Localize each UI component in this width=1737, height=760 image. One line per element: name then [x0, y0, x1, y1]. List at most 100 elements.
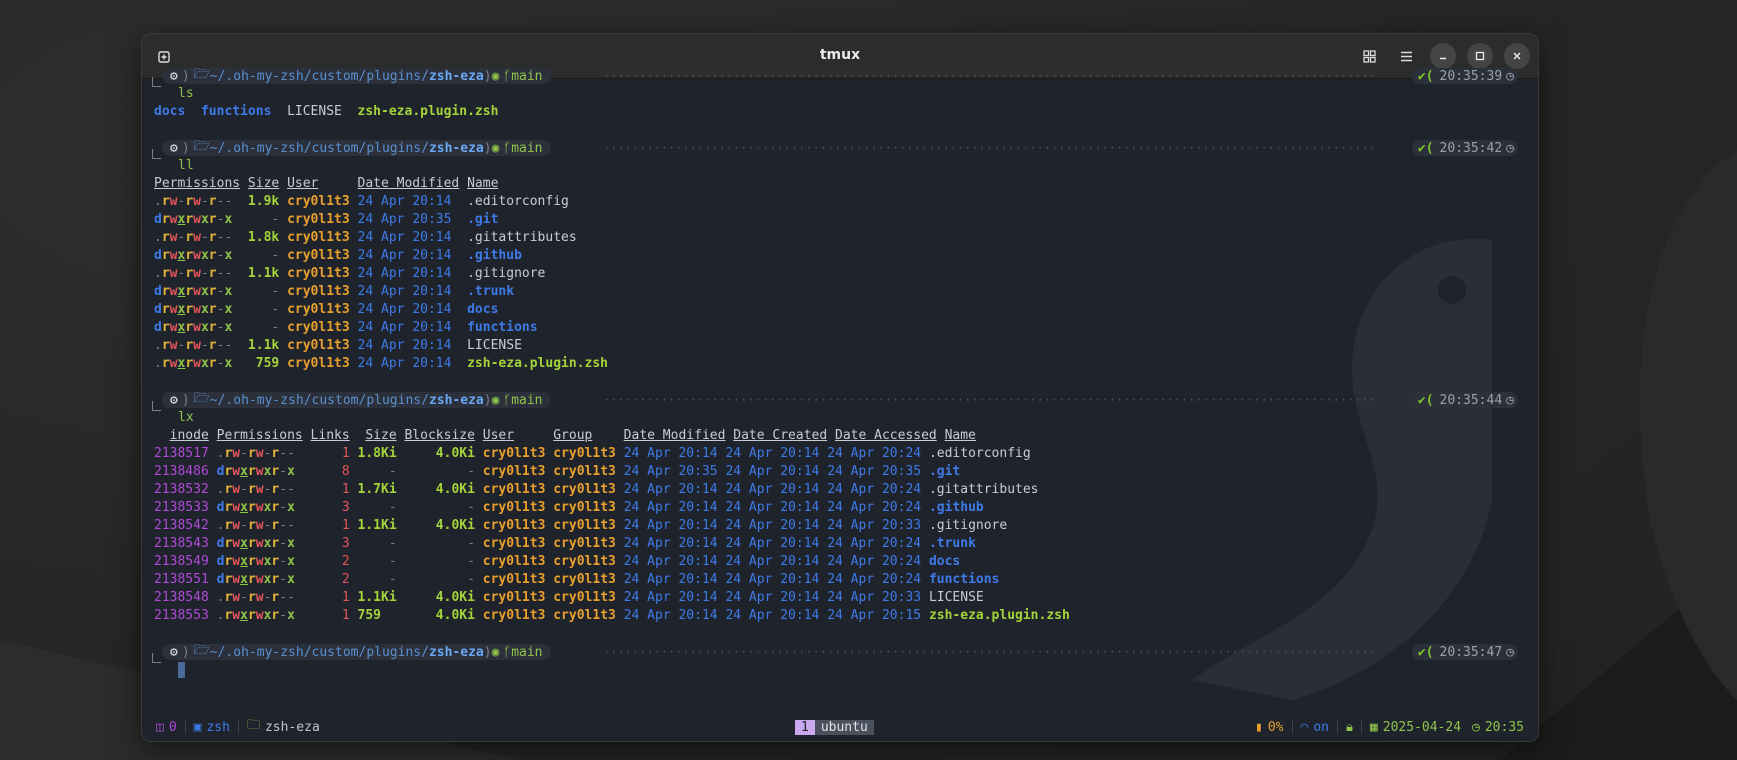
permissions: .rwxrwxr-x: [154, 356, 233, 371]
column-header: Permissions: [154, 176, 241, 191]
file-name: LICENSE: [467, 338, 522, 353]
size: -: [357, 536, 397, 551]
prompt-left: ⚙) 🗁 ~/.oh-my-zsh/custom/plugins/zsh-eza )…: [162, 67, 551, 85]
prompt-path-current: zsh-eza: [428, 68, 484, 84]
ls-output: docs functions LICENSE zsh-eza.plugin.zs…: [154, 103, 498, 121]
links: 2: [302, 572, 350, 587]
date-modified: 24 Apr 20:14: [357, 320, 452, 335]
date-created: 24 Apr 20:14: [725, 500, 820, 515]
size: 1.1k: [240, 338, 280, 353]
links: 1: [302, 518, 350, 533]
file-name: .trunk: [467, 284, 515, 299]
links: 1: [302, 482, 350, 497]
user: cry0l1t3: [482, 518, 546, 533]
close-button[interactable]: [1504, 43, 1530, 69]
date-accessed: 24 Apr 20:33: [827, 590, 922, 605]
github-icon: ◉: [491, 68, 500, 84]
git-branch: ᚶmain: [499, 141, 546, 156]
user: cry0l1t3: [482, 464, 546, 479]
date-modified: 24 Apr 20:14: [623, 500, 718, 515]
status-pill: ✔(20:35:47 ◷: [1411, 644, 1518, 660]
separator-icon: ): [483, 68, 492, 84]
column-header: Date Modified: [623, 428, 726, 443]
lx-row: 2138551 drwxrwxr-x 2 - - cry0l1t3 cry0l1…: [154, 571, 999, 589]
battery-level: 0%: [1267, 719, 1284, 735]
prompt-left: ⚙) 🗁 ~/.oh-my-zsh/custom/plugins/zsh-eza )…: [162, 643, 551, 661]
terminal-pane[interactable]: ⚙) 🗁 ~/.oh-my-zsh/custom/plugins/zsh-eza )…: [148, 67, 1532, 715]
branch-name: main: [511, 392, 543, 408]
command-text: ll: [178, 158, 194, 173]
lx-row: 2138532 .rw-rw-r-- 1 1.7Ki 4.0Ki cry0l1t…: [154, 481, 1039, 499]
file-name: .github: [467, 248, 522, 263]
prompt-left: ⚙) 🗁 ~/.oh-my-zsh/custom/plugins/zsh-eza )…: [162, 139, 551, 157]
date-created: 24 Apr 20:14: [725, 590, 820, 605]
date-created: 24 Apr 20:14: [725, 608, 820, 623]
column-header: Date Modified: [357, 176, 460, 191]
folder-icon: 🗀: [246, 718, 260, 733]
separator-icon: ): [181, 68, 190, 84]
session-number: 0: [168, 719, 177, 735]
group: cry0l1t3: [553, 536, 616, 551]
file-name: .gitignore: [928, 518, 1008, 533]
prompt-path: ~/.oh-my-zsh/custom/plugins/: [209, 644, 429, 660]
clock-icon: ◷: [1506, 644, 1514, 660]
prompt-path: ~/.oh-my-zsh/custom/plugins/: [209, 392, 429, 408]
permissions: .rw-rw-r--: [154, 194, 233, 209]
command-text: lx: [178, 410, 194, 425]
blocksize: -: [404, 464, 475, 479]
user: cry0l1t3: [287, 338, 350, 353]
separator-icon: ): [181, 644, 190, 660]
file-entry: functions: [200, 104, 272, 119]
maximize-button[interactable]: [1467, 43, 1493, 69]
file-name: docs: [467, 302, 499, 317]
window-tab-active[interactable]: 1 ubuntu: [795, 718, 874, 736]
lx-row: 2138549 drwxrwxr-x 2 - - cry0l1t3 cry0l1…: [154, 553, 960, 571]
permissions: drwxrwxr-x: [154, 284, 233, 299]
user: cry0l1t3: [287, 302, 350, 317]
prompt-pill: ⚙) 🗁 ~/.oh-my-zsh/custom/plugins/zsh-eza )…: [162, 67, 551, 84]
separator-icon: ): [483, 140, 492, 156]
minimize-button[interactable]: [1430, 43, 1456, 69]
ll-row: .rw-rw-r-- 1.8k cry0l1t3 24 Apr 20:14 .g…: [154, 229, 577, 247]
grid-view-icon[interactable]: [1356, 43, 1382, 69]
date-created: 24 Apr 20:14: [725, 464, 820, 479]
user: cry0l1t3: [287, 284, 350, 299]
github-icon: ◉: [491, 140, 500, 156]
date-modified: 24 Apr 20:14: [357, 266, 452, 281]
date-indicator: ▦ 2025-04-24 ◷ 20:35: [1370, 720, 1524, 735]
group: cry0l1t3: [553, 500, 616, 515]
date-accessed: 24 Apr 20:15: [827, 608, 922, 623]
wifi-indicator: ◠ on: [1301, 720, 1329, 735]
prompt-corner: [152, 149, 161, 159]
kali-dragon-watermark: [1192, 238, 1492, 700]
window-index: 1: [795, 719, 815, 735]
prompt-filler: ········································…: [603, 69, 1373, 83]
user: cry0l1t3: [482, 572, 546, 587]
prompt-time: 20:35:42: [1439, 140, 1503, 156]
menu-icon[interactable]: [1393, 43, 1419, 69]
file-name: .gitignore: [467, 266, 546, 281]
date-value: 2025-04-24: [1382, 719, 1462, 735]
links: 3: [302, 500, 350, 515]
inode: 2138551: [154, 572, 209, 587]
ll-row: drwxrwxr-x - cry0l1t3 24 Apr 20:35 .git: [154, 211, 498, 229]
status-pill: ✔(20:35:42 ◷: [1411, 140, 1518, 156]
size: -: [357, 500, 397, 515]
permissions: drwxrwxr-x: [216, 464, 295, 479]
date-created: 24 Apr 20:14: [725, 482, 820, 497]
size: -: [357, 464, 397, 479]
branch-name: main: [511, 140, 543, 156]
text-cursor[interactable]: [178, 662, 185, 678]
ll-row: drwxrwxr-x - cry0l1t3 24 Apr 20:14 docs: [154, 301, 498, 319]
user: cry0l1t3: [482, 482, 546, 497]
status-pill: ✔(20:35:39 ◷: [1411, 68, 1518, 84]
session-indicator[interactable]: ◫ 0: [156, 720, 177, 735]
prompt-pill: ⚙) 🗁 ~/.oh-my-zsh/custom/plugins/zsh-eza )…: [162, 139, 551, 156]
permissions: drwxrwxr-x: [216, 554, 295, 569]
date-created: 24 Apr 20:14: [725, 572, 820, 587]
file-name: functions: [467, 320, 538, 335]
date-modified: 24 Apr 20:14: [357, 284, 452, 299]
permissions: .rw-rw-r--: [154, 230, 233, 245]
divider: [237, 720, 239, 734]
user: cry0l1t3: [287, 320, 350, 335]
